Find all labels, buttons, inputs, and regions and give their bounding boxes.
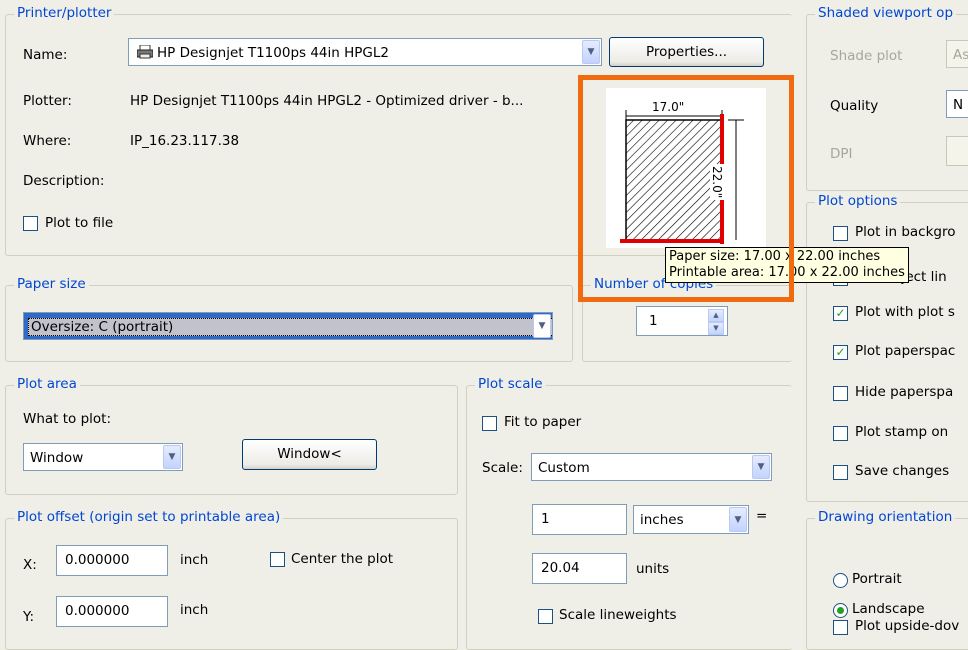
center-plot-label: Center the plot xyxy=(291,551,394,567)
plot-option-label: Save changes xyxy=(855,463,950,479)
plotter-label: Plotter: xyxy=(23,93,72,109)
y-offset-unit: inch xyxy=(180,602,209,618)
printer-name-select[interactable]: HP Designjet T1100ps 44in HPGL2 ▼ xyxy=(128,38,602,66)
fit-to-paper-checkbox[interactable] xyxy=(482,416,497,431)
plot-area-group: Plot area xyxy=(5,376,458,495)
chevron-down-icon[interactable]: ▼ xyxy=(582,40,600,64)
paper-size-value: Oversize: C (portrait) xyxy=(28,318,552,336)
plotter-value: HP Designjet T1100ps 44in HPGL2 - Optimi… xyxy=(130,93,524,109)
plot-area-legend: Plot area xyxy=(14,376,80,392)
where-value: IP_16.23.117.38 xyxy=(130,133,240,149)
plot-offset-group: Plot offset (origin set to printable are… xyxy=(5,509,458,650)
quality-select[interactable]: N xyxy=(946,90,968,118)
copies-spinner[interactable]: ▲ ▼ xyxy=(708,309,724,335)
where-label: Where: xyxy=(23,133,72,149)
paper-size-select[interactable]: Oversize: C (portrait) ▼ xyxy=(23,312,553,340)
plot-option-label: Plot paperspac xyxy=(855,343,956,359)
chevron-down-icon[interactable]: ▼ xyxy=(163,445,181,469)
plot-scale-legend: Plot scale xyxy=(475,376,546,392)
plot-option-checkbox[interactable] xyxy=(833,426,848,441)
fit-to-paper-label: Fit to paper xyxy=(504,414,582,430)
plot-option-checkbox[interactable]: ✓ xyxy=(833,345,848,360)
plot-option-label: Plot stamp on xyxy=(855,424,949,440)
preview-highlight-box xyxy=(578,75,794,302)
scale-value2-input[interactable]: 20.04 xyxy=(532,553,627,584)
scale-value: Custom xyxy=(538,460,590,476)
portrait-radio[interactable] xyxy=(833,573,848,588)
spin-down-icon[interactable]: ▼ xyxy=(708,322,724,335)
plot-option-checkbox[interactable] xyxy=(833,226,848,241)
chevron-down-icon[interactable]: ▼ xyxy=(729,507,747,532)
shade-plot-label: Shade plot xyxy=(830,48,903,64)
printer-plotter-legend: Printer/plotter xyxy=(14,5,115,21)
plot-option-label: Plot with plot s xyxy=(855,304,955,320)
paper-size-legend: Paper size xyxy=(14,276,89,292)
window-button[interactable]: Window< xyxy=(242,439,377,470)
plot-options-legend: Plot options xyxy=(815,193,901,209)
name-label: Name: xyxy=(23,47,68,63)
dpi-input[interactable] xyxy=(946,136,968,166)
scale-unit-select[interactable]: inches ▼ xyxy=(633,505,749,534)
portrait-label: Portrait xyxy=(852,571,902,587)
plot-option-checkbox[interactable]: ✓ xyxy=(833,306,848,321)
what-to-plot-select[interactable]: Window ▼ xyxy=(23,443,183,471)
properties-button[interactable]: Properties... xyxy=(609,37,764,67)
upside-down-checkbox[interactable] xyxy=(833,620,848,635)
plot-option-checkbox[interactable] xyxy=(833,386,848,401)
shaded-viewport-legend: Shaded viewport op xyxy=(815,5,957,21)
plot-to-file-checkbox[interactable] xyxy=(23,216,38,231)
landscape-label: Landscape xyxy=(852,601,925,617)
x-offset-input[interactable]: 0.000000 xyxy=(56,545,168,576)
scale-unit-value: inches xyxy=(640,512,684,528)
scale-label: Scale: xyxy=(482,460,523,476)
drawing-orientation-legend: Drawing orientation xyxy=(815,509,956,525)
scale-select[interactable]: Custom ▼ xyxy=(531,453,772,481)
plot-option-label: Hide paperspa xyxy=(855,384,954,400)
printer-name-value: HP Designjet T1100ps 44in HPGL2 xyxy=(157,45,389,61)
chevron-down-icon[interactable]: ▼ xyxy=(533,314,551,338)
plot-to-file-label: Plot to file xyxy=(45,215,114,231)
equals-sign: = xyxy=(756,508,768,524)
quality-label: Quality xyxy=(830,98,879,114)
x-offset-unit: inch xyxy=(180,552,209,568)
spin-up-icon[interactable]: ▲ xyxy=(708,309,724,322)
printer-icon xyxy=(136,44,154,63)
plot-offset-legend: Plot offset (origin set to printable are… xyxy=(14,509,284,525)
upside-down-label: Plot upside-dov xyxy=(855,618,960,634)
x-offset-label: X: xyxy=(23,557,37,573)
y-offset-label: Y: xyxy=(23,609,35,625)
landscape-radio[interactable] xyxy=(833,603,848,618)
chevron-down-icon[interactable]: ▼ xyxy=(752,455,770,479)
what-to-plot-label: What to plot: xyxy=(23,411,112,427)
shade-plot-select[interactable]: As xyxy=(946,40,968,68)
units-label: units xyxy=(636,561,670,577)
y-offset-input[interactable]: 0.000000 xyxy=(56,596,168,627)
what-to-plot-value: Window xyxy=(30,450,84,466)
plot-option-checkbox[interactable] xyxy=(833,465,848,480)
scale-lineweights-label: Scale lineweights xyxy=(559,607,677,623)
plot-option-label: Plot in backgro xyxy=(855,224,956,240)
description-label: Description: xyxy=(23,173,105,189)
dpi-label: DPI xyxy=(830,146,853,162)
scale-value1-input[interactable]: 1 xyxy=(532,504,627,535)
center-plot-checkbox[interactable] xyxy=(270,552,285,567)
scale-lineweights-checkbox[interactable] xyxy=(538,609,553,624)
